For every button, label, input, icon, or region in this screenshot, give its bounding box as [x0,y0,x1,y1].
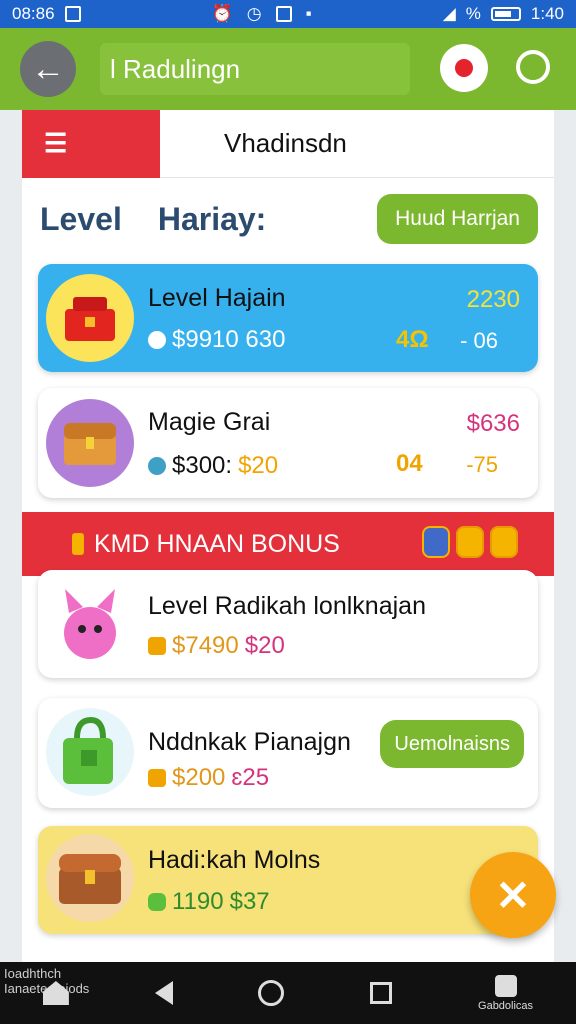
status-clock: 1:40 [530,4,564,23]
card-title: Level Radikah lonlknajan [148,592,426,620]
battery-icon [490,7,521,21]
message-icon: ▪ [305,4,312,23]
coin-icon [148,457,166,475]
bonus-badges [422,526,518,558]
status-bar: 08:86 ⏰ ◷ ▪ ◢ % 1:40 [0,0,576,28]
card-score: 2230 [466,286,520,313]
close-icon: ✕ [495,871,531,919]
nav-bar: Ioadhthch Ianaeteoteiods Gabdolicas [0,962,576,1024]
menu-icon: ☰ [44,128,68,158]
card-price: 1190 $37 [148,888,270,916]
bonus-card[interactable]: Nddnkak Pianajgn $200 ɛ25 Uemolnaisns [38,698,538,808]
card-price: $300: $20 [148,452,278,480]
card-mid-value: 04 [396,450,423,477]
card-price: $200 ɛ25 [148,764,269,792]
content-panel: ☰ Vhadinsdn Level Hariay: Huud Harrjan L… [22,110,554,962]
bonus-icon [72,533,84,555]
level-label: Level [40,200,122,237]
chest-icon [46,834,134,922]
bonus-label: KMD HNAAN BONUS [94,529,340,558]
reward-card[interactable]: Magie Grai $300: $20 $636 04 -75 [38,388,538,498]
status-time: 08:86 [12,4,55,23]
treasure-chest-icon [46,399,134,487]
notification-icon [64,6,81,22]
triangle-back-icon [154,981,173,1005]
arrow-left-icon: ← [31,49,65,88]
toolbox-icon [46,274,134,362]
circle-icon[interactable] [516,50,550,84]
pink-creature-icon [46,580,134,668]
shield-badge-icon [490,526,518,558]
clock-icon: ◷ [246,4,262,23]
card-score: $636 [466,410,520,437]
card-price: $7490 $20 [148,632,285,660]
coin-icon [148,331,166,349]
bonus-action-button[interactable]: Uemolnaisns [380,720,524,768]
nav-extra-label: Gabdolicas [478,999,534,1012]
card-title: Level Hajain [148,284,286,312]
level-sublabel: Hariay: [157,200,267,237]
section-header: ☰ Vhadinsdn [22,110,554,178]
coin-icon [148,769,166,787]
section-title: Vhadinsdn [224,128,347,158]
card-delta: - 06 [460,328,498,353]
app-bar: ← l Radulingn [0,28,576,110]
app-title: l Radulingn [100,43,410,95]
card-title: Nddnkak Pianajgn [148,728,351,756]
nav-back-button[interactable] [154,981,173,1005]
wifi-icon: ◢ [442,4,456,23]
card-title: Magie Grai [148,408,271,436]
nav-extra-tab[interactable]: Gabdolicas [478,974,534,1012]
nav-recents-button[interactable] [370,982,393,1004]
card-price: $9910 630 [148,326,285,354]
menu-button[interactable]: ☰ [22,110,160,178]
coin-badge-icon [456,526,484,558]
settings-button[interactable] [442,46,486,90]
coin-icon [148,637,166,655]
nav-home-button[interactable] [258,980,285,1006]
card-delta: -75 [466,452,498,477]
circle-home-icon [258,980,285,1006]
level-action-button[interactable]: Huud Harrjan [377,194,538,244]
green-bag-icon [46,708,134,796]
gift-icon [422,526,450,558]
app-notification-icon [275,6,292,22]
status-percent: % [465,4,481,23]
level-row: Level Hariay: Huud Harrjan [22,178,554,260]
bonus-banner: KMD HNAAN BONUS [22,512,554,576]
card-title: Hadi:kah Molns [148,846,321,874]
coin-icon [148,893,166,911]
floating-action-button[interactable]: ✕ [470,852,556,938]
reward-card[interactable]: Level Hajain $9910 630 2230 4Ω - 06 [38,264,538,372]
square-recents-icon [370,982,393,1004]
back-button[interactable]: ← [20,41,76,97]
bonus-card[interactable]: Level Radikah lonlknajan $7490 $20 [38,570,538,678]
card-mid-value: 4Ω [396,326,429,353]
alarm-icon: ⏰ [211,4,233,23]
gear-icon [444,48,484,88]
bookmark-icon [494,974,517,997]
bonus-card[interactable]: Hadi:kah Molns 1190 $37 [38,826,538,934]
